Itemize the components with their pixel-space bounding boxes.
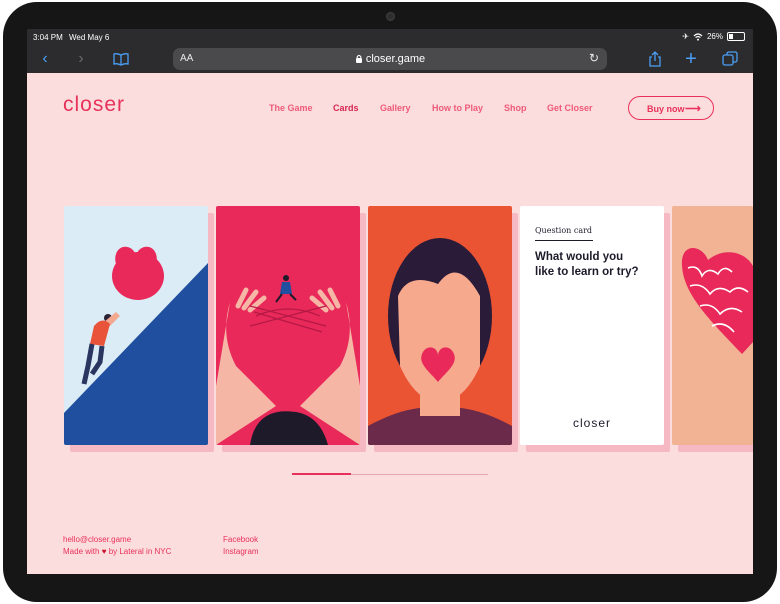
forward-icon[interactable]: › (71, 49, 91, 69)
new-tab-icon[interactable]: + (681, 49, 701, 69)
question-text-line: What would you (535, 251, 624, 263)
browser-toolbar: ‹ › AA closer.game ↻ + (27, 45, 753, 73)
nav-the-game[interactable]: The Game (269, 103, 313, 113)
tabs-icon[interactable] (720, 49, 740, 69)
footer-credit-prefix: Made with (63, 547, 100, 556)
status-right: ✈ 26% (682, 32, 745, 41)
footer-credit: Made with ♥ by Lateral in NYC (63, 547, 171, 556)
web-page: closer The Game Cards Gallery How to Pla… (27, 73, 753, 574)
question-card-underline (535, 240, 593, 241)
url-text: closer.game (365, 53, 426, 65)
nav-how-to-play[interactable]: How to Play (432, 103, 483, 113)
card-heart-uphill[interactable] (64, 206, 208, 445)
status-bar: 3:04 PM Wed May 6 ✈ 26% (27, 29, 753, 45)
back-icon[interactable]: ‹ (35, 49, 55, 69)
share-icon[interactable] (645, 49, 665, 69)
question-text: What would you like to learn or try? (535, 250, 655, 280)
face-illustration (368, 238, 512, 445)
ipad-device: 3:04 PM Wed May 6 ✈ 26% ‹ › AA closer.ga… (0, 0, 780, 604)
bookmarks-icon[interactable] (111, 49, 131, 69)
card-face-heart[interactable] (368, 206, 512, 445)
address-bar[interactable]: AA closer.game ↻ (173, 48, 607, 70)
question-text-line: like to learn or try? (535, 266, 639, 278)
hands-illustration (216, 275, 360, 445)
footer-credit-suffix[interactable]: by Lateral in NYC (109, 547, 172, 556)
card-brain-heart[interactable] (672, 206, 753, 445)
brain-illustration (681, 247, 753, 354)
uphill-illustration (64, 246, 208, 445)
nav-shop[interactable]: Shop (504, 103, 527, 113)
reload-icon[interactable]: ↻ (589, 51, 599, 65)
lock-icon (355, 54, 362, 63)
status-date: Wed May 6 (69, 33, 110, 42)
url-display[interactable]: closer.game (173, 53, 607, 65)
status-time: 3:04 PM (33, 33, 63, 42)
battery-percent: 26% (706, 32, 723, 41)
nav-cards[interactable]: Cards (333, 103, 359, 113)
footer-email[interactable]: hello@closer.game (63, 535, 131, 544)
footer-instagram-link[interactable]: Instagram (223, 547, 259, 556)
nav-gallery[interactable]: Gallery (380, 103, 411, 113)
card-question[interactable]: Question card What would you like to lea… (520, 206, 664, 445)
card-hands-strings[interactable] (216, 206, 360, 445)
buy-now-label: Buy now (647, 104, 685, 114)
question-card-label: Question card (535, 226, 593, 235)
footer-facebook-link[interactable]: Facebook (223, 535, 258, 544)
wifi-icon (693, 32, 703, 41)
question-card-logo: closer (572, 416, 611, 430)
screen: 3:04 PM Wed May 6 ✈ 26% ‹ › AA closer.ga… (27, 29, 753, 574)
carousel-scroll-thumb[interactable] (292, 473, 351, 475)
front-camera (386, 12, 395, 21)
nav-get-closer[interactable]: Get Closer (547, 103, 593, 113)
site-logo[interactable]: closer (63, 93, 125, 117)
airplane-icon: ✈ (682, 32, 689, 41)
battery-icon (727, 32, 745, 41)
buy-now-button[interactable]: Buy now ⟶ (628, 96, 714, 120)
heart-icon: ♥ (101, 547, 107, 556)
arrow-right-icon: ⟶ (685, 103, 701, 115)
